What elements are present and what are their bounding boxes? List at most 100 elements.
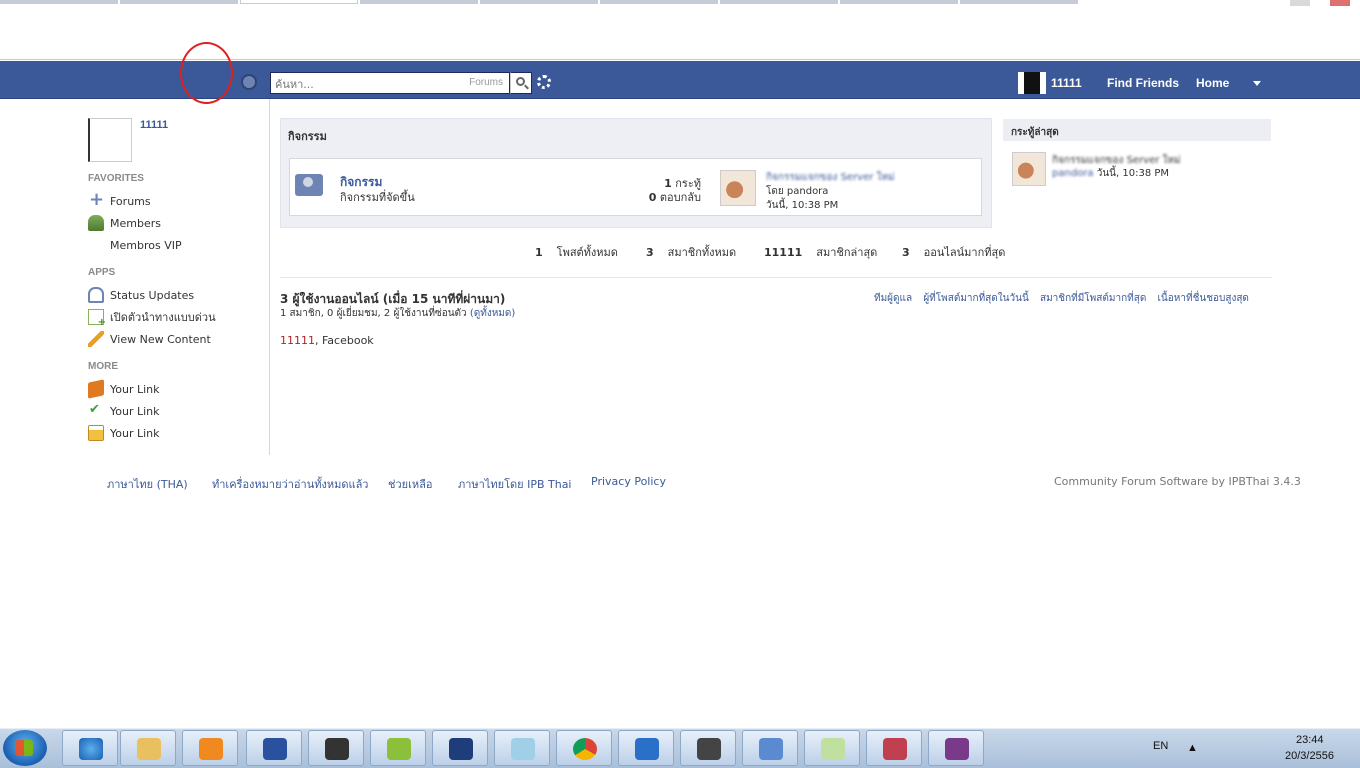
taskbar-media-player-button[interactable] [182,730,238,766]
sidebar-item-your-link-3[interactable]: Your Link [88,424,160,442]
account-menu-chevron-down-icon[interactable] [1253,81,1261,86]
show-hidden-icons-button[interactable]: ▲ [1187,742,1198,754]
taskbar-explorer-button[interactable] [120,730,176,766]
online-user-link[interactable]: 11111 [280,334,315,347]
stat-most-online: 3 ออนไลน์มากที่สุด [902,243,1005,261]
reply-count-label: ตอบกลับ [659,191,701,204]
reply-count-value: 0 [648,191,657,204]
stat-label: สมาชิกล่าสุด [816,246,878,259]
staff-link[interactable]: ทีมผู้ดูแล [874,293,912,304]
plus-icon [88,189,104,210]
mark-all-read-link[interactable]: ทำเครื่องหมายว่าอ่านทั้งหมดแล้ว [212,475,369,493]
sidebar-item-your-link-2[interactable]: Your Link [88,402,160,420]
search-button[interactable] [510,72,532,94]
taskbar-anime-button[interactable] [866,730,922,766]
most-liked-content-link[interactable]: เนื้อหาที่ชื่นชอบสูงสุด [1158,293,1249,304]
last-post-time: วันนี้, 10:38 PM [766,200,839,211]
browser-tab[interactable] [600,0,718,4]
section-divider [280,277,1272,278]
sidebar-item-quick-navigation[interactable]: เปิดตัวนำทางแบบด่วน [88,308,216,328]
minimize-button[interactable] [1290,0,1310,6]
browser-tab[interactable] [0,0,118,4]
clock-time[interactable]: 23:44 [1296,734,1324,746]
stat-total-posts: 1 โพสต์ทั้งหมด [535,243,618,261]
stat-value: 11111 [764,246,803,259]
stat-newest-member: 11111 สมาชิกล่าสุด [764,243,877,261]
profile-picture[interactable] [88,118,132,162]
input-language-indicator[interactable]: EN [1153,740,1168,752]
language-link[interactable]: ภาษาไทย (THA) [107,475,188,493]
last-post-thumbnail[interactable] [720,170,756,206]
users-icon [88,287,104,303]
sidebar-item-membros-vip[interactable]: Membros VIP [88,236,182,254]
red-annotation-circle [180,42,233,104]
gear-icon[interactable] [537,75,551,89]
view-all-online-link[interactable]: (ดูทั้งหมด) [470,308,515,319]
stat-label: สมาชิกทั้งหมด [667,246,737,259]
anime-app-icon [883,738,907,760]
page-add-icon [88,309,106,328]
blank-icon [88,237,104,253]
taskbar-security-button[interactable] [680,730,736,766]
taskbar-game-button[interactable] [308,730,364,766]
browser-tab[interactable] [480,0,598,4]
search-input[interactable] [271,74,461,95]
globe-notifications-icon[interactable] [241,74,257,90]
sidebar-item-forums[interactable]: Forums [88,189,151,210]
top-posters-today-link[interactable]: ผู้ที่โพสต์มากที่สุดในวันนี้ [923,293,1028,304]
browser-tab-active[interactable] [240,0,358,4]
taskbar-photoshop-button[interactable] [432,730,488,766]
online-quick-links: ทีมผู้ดูแล ผู้ที่โพสต์มากที่สุดในวันนี้ … [874,291,1257,306]
search-field: Forums [270,72,510,95]
find-friends-link[interactable]: Find Friends [1107,76,1179,90]
last-post-title-link[interactable]: กิจกรรมแจกของ Server ใหม่ [766,170,895,185]
online-user-link[interactable]: , Facebook [315,334,374,347]
taskbar-chrome-button[interactable] [556,730,612,766]
browser-tab[interactable] [840,0,958,4]
taskbar-editor-button[interactable] [804,730,860,766]
sidebar-item-view-new-content[interactable]: View New Content [88,330,211,348]
profile-name-link[interactable]: 11111 [140,119,168,131]
translation-credit-link[interactable]: ภาษาไทยโดย IPB Thai [458,475,572,493]
search-scope-label[interactable]: Forums [469,77,503,88]
software-credit[interactable]: Community Forum Software by IPBThai 3.4.… [1054,475,1301,488]
browser-tab[interactable] [120,0,238,4]
recent-topic-author[interactable]: pandora [1052,168,1094,179]
search-icon-handle [524,84,529,90]
taskbar-winrar-button[interactable] [928,730,984,766]
stat-value: 1 [535,246,543,259]
messenger-icon [635,738,659,760]
taskbar-notepad-button[interactable] [494,730,550,766]
taskbar-window-button[interactable] [742,730,798,766]
favorites-heading: FAVORITES [88,173,144,184]
clock-date[interactable]: 20/3/2556 [1285,750,1334,762]
header-avatar[interactable] [1018,72,1046,94]
category-title[interactable]: กิจกรรม [288,127,327,145]
taskbar-ie-button[interactable] [62,730,118,766]
close-window-button[interactable] [1330,0,1350,6]
browser-tab[interactable] [360,0,478,4]
forum-reply-count: 0 ตอบกลับ [600,188,701,206]
help-link[interactable]: ช่วยเหลือ [388,475,432,493]
sidebar-item-label: Your Link [110,404,160,418]
photoshop-icon [449,738,473,760]
sidebar-item-status-updates[interactable]: Status Updates [88,286,194,304]
taskbar-android-button[interactable] [370,730,426,766]
taskbar-messenger-button[interactable] [618,730,674,766]
sidebar-item-members[interactable]: Members [88,214,161,232]
taskbar-network-button[interactable] [246,730,302,766]
book-icon [88,379,104,399]
recent-topic-thumbnail[interactable] [1012,152,1046,186]
check-icon [88,402,104,419]
privacy-policy-link[interactable]: Privacy Policy [591,475,666,488]
browser-tab[interactable] [960,0,1078,4]
network-icon [263,738,287,760]
home-link[interactable]: Home [1196,76,1229,90]
top-posters-link[interactable]: สมาชิกที่มีโพสต์มากที่สุด [1040,293,1146,304]
browser-tab[interactable] [720,0,838,4]
sidebar-item-your-link-1[interactable]: Your Link [88,379,160,399]
start-button[interactable] [3,730,47,766]
header-profile-link[interactable]: 11111 [1051,76,1082,90]
site-logo[interactable]: facebook [95,11,161,28]
last-post-author[interactable]: โดย pandora [766,184,828,199]
